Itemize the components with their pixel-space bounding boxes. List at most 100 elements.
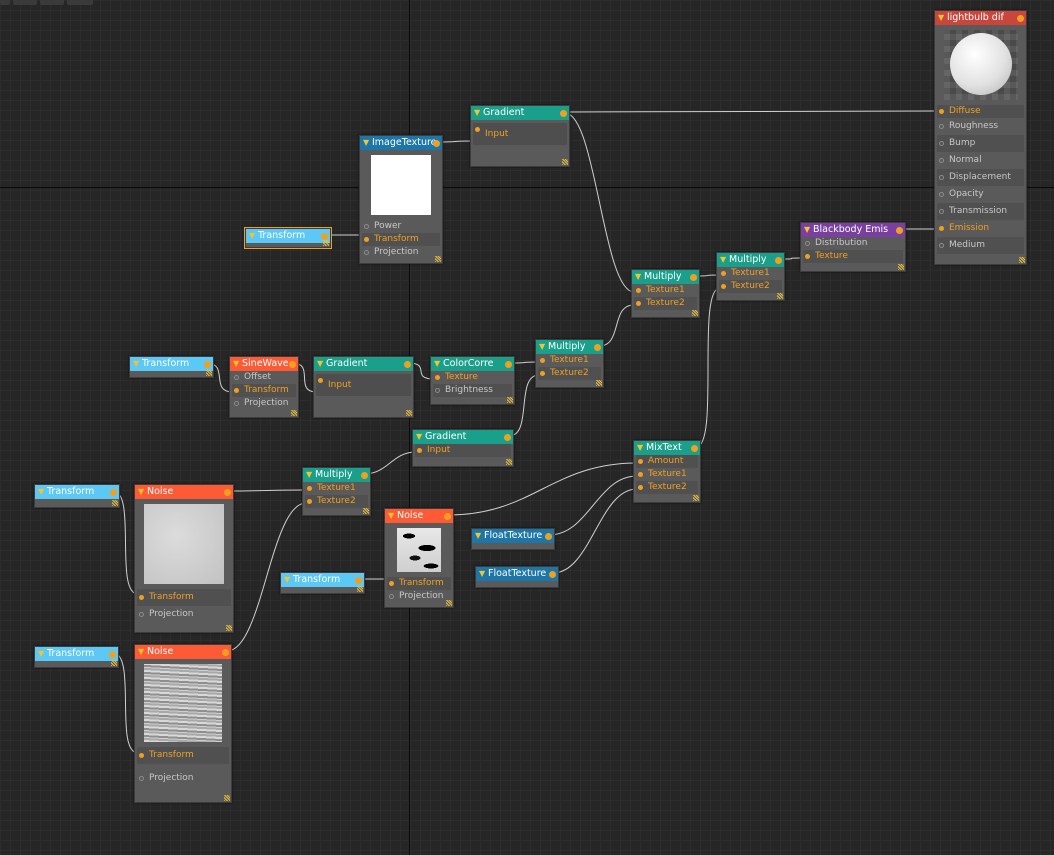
- node-header[interactable]: ▼ Multiply: [303, 468, 370, 482]
- port-brightness[interactable]: Brightness: [433, 384, 512, 397]
- input-pin[interactable]: [939, 141, 944, 146]
- output-pin[interactable]: [1017, 14, 1024, 22]
- input-pin[interactable]: [435, 375, 440, 380]
- collapse-triangle-icon[interactable]: ▼: [938, 11, 944, 25]
- node-float-texture-2[interactable]: ▼ FloatTexture: [475, 566, 559, 588]
- input-pin[interactable]: [939, 243, 944, 248]
- collapse-triangle-icon[interactable]: ▼: [479, 567, 485, 581]
- resize-handle[interactable]: [507, 397, 513, 403]
- port-medium[interactable]: Medium: [937, 237, 1024, 254]
- resize-handle[interactable]: [111, 660, 117, 666]
- input-pin[interactable]: [638, 472, 643, 477]
- input-pin[interactable]: [364, 237, 369, 242]
- port-texture2[interactable]: Texture2: [305, 495, 368, 508]
- output-pin[interactable]: [110, 488, 117, 496]
- resize-handle[interactable]: [693, 495, 699, 501]
- output-pin[interactable]: [321, 232, 328, 240]
- input-pin[interactable]: [139, 776, 144, 781]
- resize-handle[interactable]: [898, 264, 904, 270]
- node-header[interactable]: ▼ Gradient: [413, 430, 513, 444]
- port-input[interactable]: Input: [316, 374, 411, 396]
- output-pin[interactable]: [504, 433, 511, 441]
- port-emission[interactable]: Emission: [937, 220, 1024, 237]
- input-pin[interactable]: [364, 224, 369, 229]
- node-header[interactable]: ▼ Transform: [35, 647, 118, 661]
- resize-handle[interactable]: [357, 586, 363, 592]
- node-header[interactable]: ▼ Gradient: [471, 106, 569, 120]
- collapse-triangle-icon[interactable]: ▼: [720, 253, 726, 267]
- node-header[interactable]: ▼ Noise: [135, 485, 233, 499]
- output-pin[interactable]: [404, 360, 411, 368]
- input-pin[interactable]: [540, 371, 545, 376]
- input-pin[interactable]: [939, 175, 944, 180]
- output-pin[interactable]: [433, 139, 440, 147]
- node-noise-2[interactable]: ▼ Noise Transform Projection: [384, 508, 454, 608]
- input-pin[interactable]: [318, 378, 323, 383]
- resize-handle[interactable]: [562, 159, 568, 165]
- input-pin[interactable]: [939, 226, 944, 231]
- resize-handle[interactable]: [363, 508, 369, 514]
- input-pin[interactable]: [307, 486, 312, 491]
- port-transform[interactable]: Transform: [232, 384, 296, 397]
- input-pin[interactable]: [939, 192, 944, 197]
- node-gradient-low[interactable]: ▼ Gradient Input: [412, 429, 514, 467]
- input-pin[interactable]: [721, 271, 726, 276]
- node-transform-noise1[interactable]: ▼ Transform: [34, 484, 120, 508]
- resize-handle[interactable]: [1019, 257, 1025, 263]
- resize-handle[interactable]: [435, 256, 441, 262]
- port-texture1[interactable]: Texture1: [719, 267, 782, 280]
- port-texture[interactable]: Texture: [803, 250, 903, 263]
- node-header[interactable]: ▼ Transform: [246, 229, 330, 243]
- output-pin[interactable]: [222, 648, 229, 656]
- node-noise-3[interactable]: ▼ Noise Transform Projection: [134, 644, 232, 803]
- node-header[interactable]: ▼ Multiply: [717, 253, 784, 267]
- port-distribution[interactable]: Distribution: [803, 237, 903, 250]
- collapse-triangle-icon[interactable]: ▼: [637, 441, 643, 455]
- output-pin[interactable]: [109, 650, 116, 658]
- port-projection[interactable]: Projection: [387, 590, 451, 603]
- input-pin[interactable]: [805, 254, 810, 259]
- collapse-triangle-icon[interactable]: ▼: [539, 340, 545, 354]
- node-header[interactable]: ▼ Transform: [130, 357, 213, 371]
- resize-handle[interactable]: [777, 293, 783, 299]
- node-header[interactable]: ▼ ImageTexture: [360, 136, 442, 150]
- input-pin[interactable]: [234, 401, 239, 406]
- collapse-triangle-icon[interactable]: ▼: [233, 357, 239, 371]
- port-normal[interactable]: Normal: [937, 152, 1024, 169]
- node-transform-noise3[interactable]: ▼ Transform: [34, 646, 119, 668]
- input-pin[interactable]: [636, 288, 641, 293]
- node-header[interactable]: ▼ ColorCorre: [431, 357, 514, 371]
- port-transform[interactable]: Transform: [362, 233, 440, 246]
- node-header[interactable]: ▼ SineWave: [230, 357, 298, 371]
- output-pin[interactable]: [560, 109, 567, 117]
- port-power[interactable]: Power: [362, 220, 440, 233]
- resize-handle[interactable]: [291, 410, 297, 416]
- node-header[interactable]: ▼ Multiply: [536, 340, 603, 354]
- node-header[interactable]: ▼ lightbulb dif: [935, 11, 1026, 25]
- input-pin[interactable]: [636, 301, 641, 306]
- output-pin[interactable]: [691, 444, 698, 452]
- output-pin[interactable]: [204, 360, 211, 368]
- node-header[interactable]: ▼ Noise: [385, 509, 453, 523]
- input-pin[interactable]: [721, 284, 726, 289]
- port-input[interactable]: Input: [473, 123, 567, 145]
- node-header[interactable]: ▼ Noise: [135, 645, 231, 659]
- node-header[interactable]: ▼ Blackbody Emis: [801, 223, 905, 237]
- collapse-triangle-icon[interactable]: ▼: [363, 136, 369, 150]
- collapse-triangle-icon[interactable]: ▼: [249, 229, 255, 243]
- input-pin[interactable]: [139, 612, 144, 617]
- node-transform-sinewave[interactable]: ▼ Transform: [129, 356, 214, 378]
- resize-handle[interactable]: [596, 380, 602, 386]
- port-texture2[interactable]: Texture2: [719, 280, 782, 293]
- input-pin[interactable]: [389, 581, 394, 586]
- node-multiply-d[interactable]: ▼ Multiply Texture1 Texture2: [302, 467, 371, 516]
- input-pin[interactable]: [939, 124, 944, 129]
- port-amount[interactable]: Amount: [636, 455, 698, 468]
- collapse-triangle-icon[interactable]: ▼: [388, 509, 394, 523]
- node-gradient-top[interactable]: ▼ Gradient Input: [470, 105, 570, 167]
- output-pin[interactable]: [355, 576, 362, 584]
- node-header[interactable]: ▼ Gradient: [314, 357, 413, 371]
- resize-handle[interactable]: [323, 240, 329, 246]
- collapse-triangle-icon[interactable]: ▼: [475, 529, 481, 543]
- output-pin[interactable]: [690, 273, 697, 281]
